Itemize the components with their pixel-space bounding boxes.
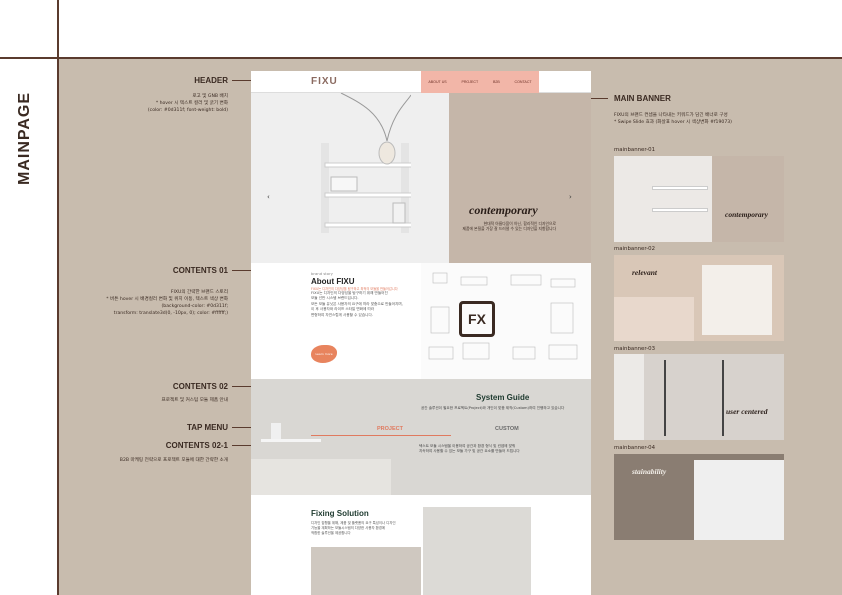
banner-headline: contemporary: [469, 203, 538, 217]
module-drawings: [428, 272, 578, 360]
nav-item-about[interactable]: ABOUT US: [428, 80, 446, 84]
header-annotation-note: 로고 및 GNB 배치 * hover 시 텍스트 컬러 및 굵기 변화 (co…: [147, 94, 228, 113]
header-annotation-label: HEADER: [194, 76, 228, 85]
banner-01-label: mainbanner-01: [614, 147, 656, 153]
website-mockup: FIXU ABOUT US PROJECT B2B CONTACT ‹ › co…: [251, 71, 591, 595]
contents-02-section: System Guide 공간 솔루션이 필요한 프로젝트(Project)와 …: [251, 379, 591, 495]
contents021-annotation-label: CONTENTS 02-1: [165, 441, 228, 450]
learn-more-label: Learn more: [315, 352, 333, 356]
fixing-photo-left: [311, 547, 421, 595]
banner-01-shelf: [652, 186, 708, 190]
contents02-annotation-label: CONTENTS 02: [172, 382, 228, 391]
fixing-photo-right: [423, 507, 531, 595]
site-header: FIXU ABOUT US PROJECT B2B CONTACT: [251, 71, 591, 93]
banner-04-text: stainability: [632, 467, 667, 476]
about-body: FIXU는 디자인의 다양성을 탐구하기 위해 만들어진 모듈 선반 시스템 브…: [311, 291, 403, 317]
main-banner: ‹ › contemporary 현대적 아름다움이 아닌, 합리적인 디자인으…: [251, 93, 591, 263]
learn-more-button[interactable]: Learn more: [311, 345, 337, 363]
contents01-annotation-label: CONTENTS 01: [172, 266, 228, 275]
mainbanner-annotation-note: FIXU의 브랜드 컨셉을 나타내는 키워드가 담긴 배너로 구성 * Swip…: [614, 113, 732, 125]
fixing-solution-title: Fixing Solution: [311, 509, 369, 518]
banner-01-thumbnail: [614, 156, 784, 242]
tapmenu-annotation-label: TAP MENU: [186, 423, 228, 432]
banner-02-label: mainbanner-02: [614, 246, 656, 252]
module-drawings-panel: [421, 263, 591, 379]
system-guide-subtitle: 공간 솔루션이 필요한 프로젝트(Project)와 개인이 맞춤 제작(Cus…: [421, 406, 565, 410]
page-title: MAINPAGE: [16, 91, 33, 185]
banner-03-thumbnail: [614, 354, 784, 440]
tab-custom[interactable]: CUSTOM: [495, 426, 519, 432]
nav-item-b2b[interactable]: B2B: [493, 80, 500, 84]
banner-subtext: 현대적 아름다움이 아닌, 합리적인 디자인으로 제품에 본질을 가장 잘 드러…: [462, 221, 557, 231]
mainbanner-annotation-label: MAIN BANNER: [614, 94, 671, 103]
nav-item-project[interactable]: PROJECT: [461, 80, 478, 84]
contents02-annotation-note: 프로젝트 및 커스텀 모듈 제품 안내: [161, 398, 228, 403]
banner-prev-arrow[interactable]: ‹: [267, 193, 270, 201]
fixing-solution-body: 디자인 집행을 위해, 제품 및 플랫폼의 요구 특성이나 디자인 기능을 계획…: [311, 521, 396, 535]
banner-wall-panel: [449, 93, 591, 263]
tab-project[interactable]: PROJECT: [377, 426, 403, 432]
banner-01-wall: [712, 156, 784, 242]
banner-next-arrow[interactable]: ›: [569, 193, 572, 201]
contents-02-1-section: Fixing Solution 디자인 집행을 위해, 제품 및 플랫폼의 요구…: [251, 495, 591, 595]
banner-03-text: user centered: [726, 407, 768, 416]
banner-02-sofa: [614, 297, 694, 341]
contents01-annotation-note: FIXU의 간략한 브랜드 스토리 * 버튼 hover 시 배경컬러 변화 및…: [106, 290, 228, 316]
banner-02-text: relevant: [632, 268, 657, 277]
tab-description: 텍스트 모듈 시스템을 이용하여 공간과 환경 형식 및 컨셉에 맞춰 지속하여…: [419, 444, 520, 454]
banner-03-window: [614, 354, 644, 440]
banner-04-cabinet: [694, 460, 784, 540]
tab-underline: [311, 435, 451, 436]
contents021-annotation-note: B2B 마케팅 전략으로 프로젝트 모듈에 대한 간략한 소개: [119, 458, 228, 463]
banner-01-shelf: [652, 208, 708, 212]
banner-02-shelving: [702, 265, 772, 335]
banner-03-label: mainbanner-03: [614, 346, 656, 352]
banner-04-label: mainbanner-04: [614, 445, 656, 451]
nav-item-contact[interactable]: CONTACT: [515, 80, 532, 84]
fixu-monogram-icon: FX: [459, 301, 495, 337]
global-nav: ABOUT US PROJECT B2B CONTACT: [421, 71, 539, 93]
banner-01-text: contemporary: [725, 210, 768, 219]
contents-01-section: FX brand story About FIXU FIXU는 디자인의 다양성…: [251, 263, 591, 379]
brand-story-eyebrow: brand story: [311, 271, 333, 276]
banner-03-rack: [664, 360, 724, 436]
site-logo[interactable]: FIXU: [311, 76, 338, 87]
desk-illustration: [251, 423, 391, 495]
about-title: About FIXU: [311, 277, 355, 286]
system-guide-title: System Guide: [476, 393, 530, 402]
shelf-illustration: [321, 93, 411, 233]
